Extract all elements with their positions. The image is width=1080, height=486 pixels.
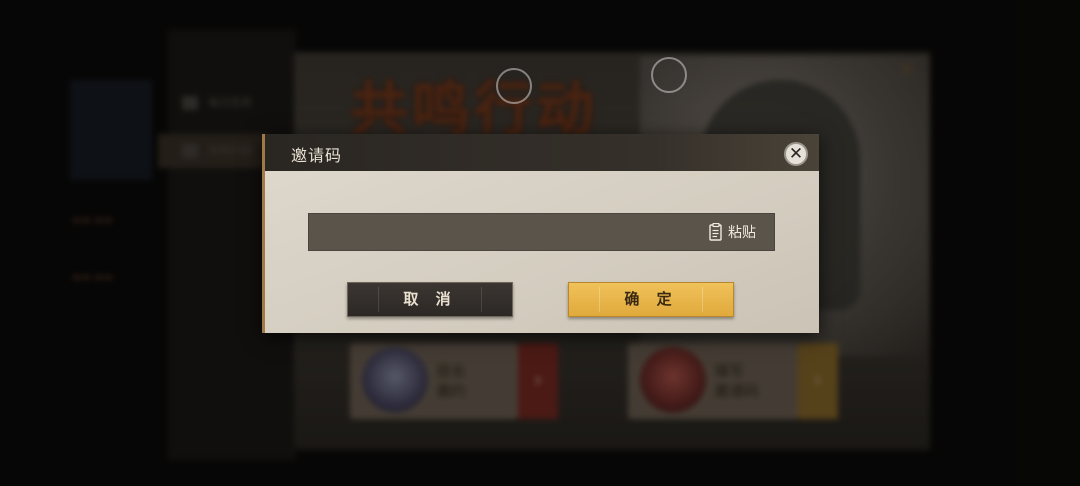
dialog-body: 粘贴 取 消 确 定 (262, 171, 819, 333)
button-decoration (702, 287, 703, 312)
confirm-label: 确 定 (624, 290, 678, 308)
cancel-label: 取 消 (403, 290, 457, 308)
button-decoration (378, 287, 379, 312)
touch-indicator-icon (496, 68, 532, 104)
button-decoration (599, 287, 600, 312)
game-screen: ▬▬ ▬▬ ▬▬ ▬▬ 每日签到 共鸣行动 共鸣行动 ✕ 班长 邀约 › 填写 (0, 0, 1080, 486)
close-button[interactable]: ✕ (784, 142, 808, 166)
invite-code-dialog: 邀请码 ✕ 粘贴 取 消 确 定 (262, 134, 819, 333)
invite-code-input[interactable] (308, 213, 775, 251)
confirm-button[interactable]: 确 定 (568, 282, 734, 317)
cancel-button[interactable]: 取 消 (347, 282, 513, 317)
button-decoration (481, 287, 482, 312)
paste-button[interactable]: 粘贴 (709, 221, 756, 243)
dialog-title: 邀请码 (291, 146, 343, 165)
clipboard-icon (709, 223, 722, 241)
paste-label: 粘贴 (728, 225, 756, 241)
touch-indicator-icon (651, 57, 687, 93)
dialog-header: 邀请码 ✕ (262, 134, 819, 171)
